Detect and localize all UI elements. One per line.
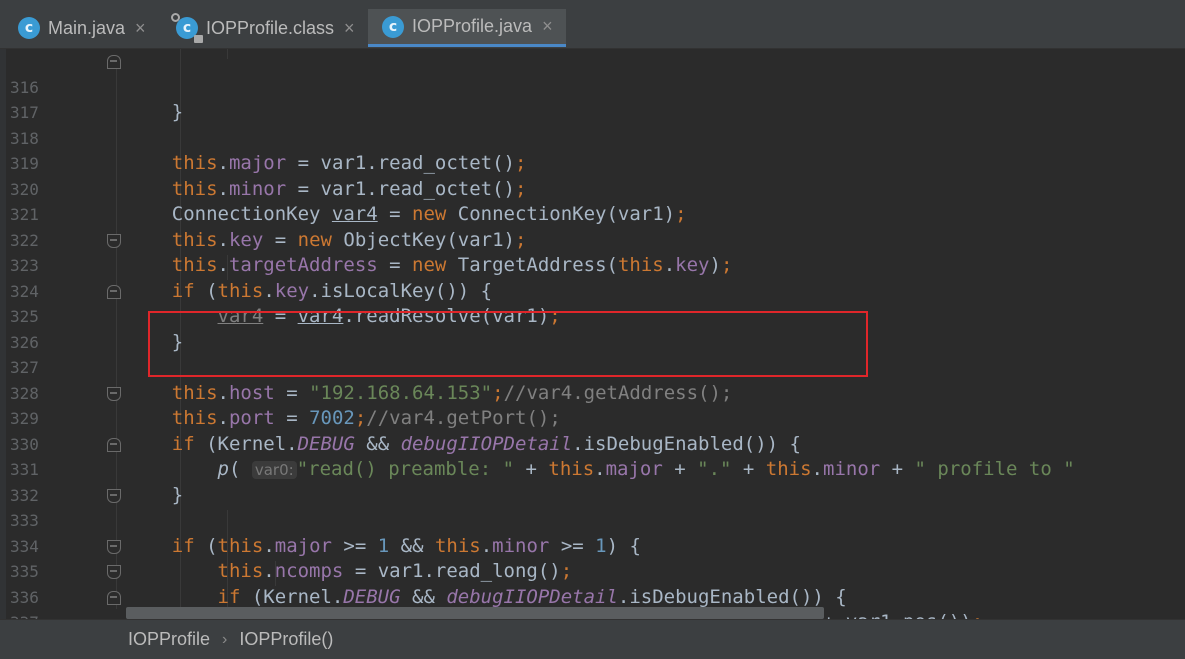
code-line: 325 } — [0, 279, 1185, 353]
chevron-right-icon: › — [222, 630, 228, 648]
editor-tab-bar: c Main.java × c IOPProfile.class × c IOP… — [0, 0, 1185, 49]
code-editor[interactable]: 316 } 317 318 this.major = var1.read_oct… — [0, 49, 1185, 619]
java-class-icon: c — [382, 15, 404, 38]
close-icon[interactable]: × — [344, 18, 355, 39]
code-line: 320 ConnectionKey var4 = new ConnectionK… — [0, 151, 1185, 226]
tab-label: IOPProfile.java — [412, 16, 533, 36]
code-line: 334 this.ncomps = var1.read_long(); — [0, 508, 1185, 583]
code-line: 335 if (Kernel.DEBUG && debugIIOPDetail.… — [0, 534, 1185, 608]
tab-label: Main.java — [48, 17, 126, 38]
code-line: 329 if (Kernel.DEBUG && debugIIOPDetail.… — [0, 381, 1185, 455]
compiled-class-icon: c — [171, 13, 203, 43]
tab-iopprofile-class[interactable]: c IOPProfile.class × — [171, 9, 362, 47]
close-icon[interactable]: × — [542, 16, 553, 37]
code-line: 316 } — [0, 49, 1185, 124]
code-line: 336 p( var0:"read() " + this.ncomps + " … — [0, 559, 1185, 619]
tab-label: IOPProfile.class — [206, 17, 335, 38]
tab-iopprofile-java[interactable]: c IOPProfile.java × — [368, 9, 566, 47]
java-class-icon: c — [18, 17, 40, 39]
close-icon[interactable]: × — [135, 18, 146, 39]
code-line: 319 this.minor = var1.read_octet(); — [0, 126, 1185, 200]
code-line: 323 if (this.key.isLocalKey()) { — [0, 228, 1185, 302]
line-number: 337 — [10, 610, 50, 619]
code-line: 333 if (this.major >= 1 && this.minor >=… — [0, 483, 1185, 557]
breadcrumb: IOPProfile › IOPProfile() — [0, 619, 1185, 659]
code-line: 318 this.major = var1.read_octet(); — [0, 100, 1185, 175]
horizontal-scrollbar[interactable] — [126, 607, 824, 619]
code-line: 332 — [0, 457, 1185, 505]
code-line: 317 — [0, 75, 1185, 122]
breadcrumb-class[interactable]: IOPProfile — [128, 629, 210, 650]
tab-main-java[interactable]: c Main.java × — [18, 9, 160, 47]
code-line: 322 this.targetAddress = new TargetAddre… — [0, 202, 1185, 277]
highlight-box — [148, 311, 868, 377]
code-line: 330 p( var0: "read() preamble: " + this.m… — [0, 406, 1185, 481]
breadcrumb-method[interactable]: IOPProfile() — [239, 629, 333, 650]
code-line: 324 var4 = var4.readResolve(var1); — [0, 253, 1185, 328]
code-line: 331 } — [0, 432, 1185, 506]
code-line: 321 this.key = new ObjectKey(var1); — [0, 177, 1185, 251]
